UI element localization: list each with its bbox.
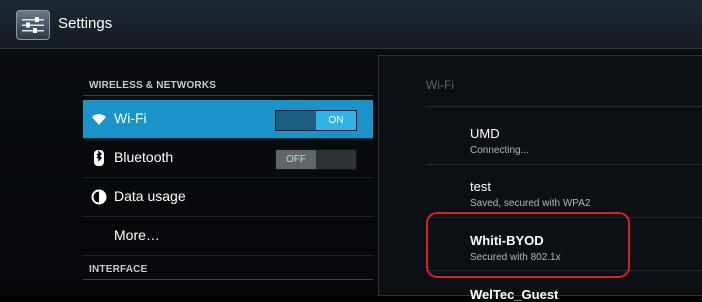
network-status: Saved, secured with WPA2 xyxy=(470,198,591,209)
network-item-weltec-guest[interactable]: WelTec_Guest xyxy=(470,287,558,302)
section-header-wireless: WIRELESS & NETWORKS xyxy=(89,80,217,91)
app-title: Settings xyxy=(58,15,113,32)
section-header-interface: INTERFACE xyxy=(89,264,148,275)
wifi-icon xyxy=(91,111,107,127)
action-bar: Settings xyxy=(0,0,702,49)
wifi-toggle[interactable]: ON xyxy=(275,110,357,131)
settings-item-label: More… xyxy=(114,227,160,243)
wifi-panel-title: Wi-Fi xyxy=(426,78,454,92)
section-divider xyxy=(83,279,373,280)
settings-item-label: Bluetooth xyxy=(114,149,174,165)
highlight-annotation xyxy=(426,212,630,278)
network-item-test[interactable]: test Saved, secured with WPA2 xyxy=(470,179,590,209)
settings-item-wifi[interactable]: Wi-Fi ON xyxy=(83,100,373,139)
settings-item-label: Data usage xyxy=(114,188,186,204)
network-name: UMD xyxy=(470,126,500,141)
settings-sliders-icon[interactable] xyxy=(16,10,50,40)
network-item-umd[interactable]: UMD Connecting... xyxy=(470,126,529,156)
settings-item-bluetooth[interactable]: Bluetooth OFF xyxy=(83,139,373,178)
settings-list: WIRELESS & NETWORKS Wi-Fi ON Bluetooth O… xyxy=(83,49,373,296)
toggle-state: ON xyxy=(316,111,356,130)
data-usage-icon xyxy=(91,189,107,205)
toggle-state: OFF xyxy=(276,150,316,169)
network-divider xyxy=(426,164,702,165)
network-status: Connecting... xyxy=(470,145,529,156)
panel-divider xyxy=(426,106,702,107)
bluetooth-icon xyxy=(91,150,107,166)
network-name: test xyxy=(470,179,491,194)
section-divider xyxy=(83,95,373,96)
settings-item-more[interactable]: More… xyxy=(83,217,373,256)
settings-item-data-usage[interactable]: Data usage xyxy=(83,178,373,217)
settings-item-label: Wi-Fi xyxy=(114,110,147,126)
bluetooth-toggle[interactable]: OFF xyxy=(275,149,357,170)
network-name: WelTec_Guest xyxy=(470,287,559,302)
